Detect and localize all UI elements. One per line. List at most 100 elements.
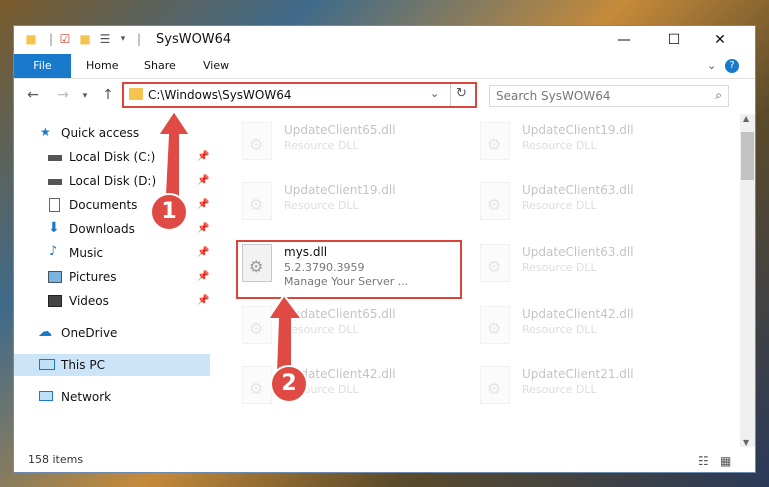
file-name: UpdateClient19.dll [522,123,634,137]
file-name: UpdateClient21.dll [522,367,634,381]
maximize-button[interactable]: ☐ [651,26,697,54]
nav-label: Music [69,246,104,260]
pin-icon[interactable]: 📌 [197,266,209,288]
title-bar: ■ | ☑ ■ ☰ ▾ | SysWOW64 — ☐ ✕ [14,26,755,54]
nav-label: Videos [69,294,109,308]
address-row: ← → ▾ ↑ C:\Windows\SysWOW64 ⌄ ↻ Search S… [14,79,755,113]
dll-file-icon [480,366,510,404]
nav-label: Local Disk (D:) [69,174,157,188]
new-folder-icon[interactable]: ■ [78,32,92,46]
tab-home[interactable]: Home [86,54,118,78]
recent-locations-icon[interactable]: ▾ [76,91,94,101]
file-highlight-box [236,240,462,299]
window-title: SysWOW64 [156,32,232,47]
item-count: 158 items [28,453,84,466]
tab-view[interactable]: View [203,54,229,78]
drive-icon [48,155,62,161]
nav-label: Network [61,390,112,404]
dll-file-icon [242,122,272,160]
scrollbar-thumb[interactable] [741,132,754,180]
file-description: Resource DLL [522,323,597,336]
separator: | [48,32,54,46]
properties-icon[interactable]: ☑ [58,32,72,46]
nav-item-this-pc[interactable]: This PC [14,354,210,376]
search-input[interactable]: Search SysWOW64 [496,89,610,103]
chevron-down-icon[interactable]: ⌄ [430,87,439,100]
file-name: UpdateClient19.dll [284,183,396,197]
nav-label: Documents [69,198,138,212]
vertical-scrollbar[interactable]: ▲ ▼ [740,114,755,447]
pin-icon[interactable]: 📌 [197,290,209,312]
up-icon[interactable]: ↑ [99,87,117,103]
chevron-down-icon[interactable]: ▾ [116,32,130,46]
file-description: Resource DLL [522,199,597,212]
file-description: Resource DLL [522,383,597,396]
file-item[interactable]: UpdateClient19.dll Resource DLL [236,179,446,229]
nav-item-music[interactable]: ♪ Music 📌 [14,242,210,264]
cloud-icon: ☁ [38,324,52,340]
details-view-icon[interactable]: ☷ [698,449,709,472]
file-name: UpdateClient63.dll [522,245,634,259]
nav-label: OneDrive [61,326,118,340]
tiles-view-icon[interactable]: ▦ [720,449,731,472]
nav-item-pictures[interactable]: Pictures 📌 [14,266,210,288]
nav-item-videos[interactable]: Videos 📌 [14,290,210,312]
nav-label: Quick access [61,126,140,140]
file-description: Resource DLL [284,199,359,212]
status-bar: 158 items ☷ ▦ [14,448,755,472]
file-name: UpdateClient42.dll [522,307,634,321]
refresh-icon[interactable]: ↻ [456,86,467,101]
address-path[interactable]: C:\Windows\SysWOW64 [148,88,292,102]
scroll-down-icon[interactable]: ▼ [743,438,749,447]
tab-file[interactable]: File [14,54,71,78]
ribbon-collapse-icon[interactable]: ⌄ [707,54,716,78]
file-description: Resource DLL [522,261,597,274]
drive-icon [48,179,62,185]
nav-label: Local Disk (C:) [69,150,156,164]
pin-icon[interactable]: 📌 [197,242,209,264]
file-item[interactable]: UpdateClient19.dll Resource DLL [474,119,684,169]
file-description: Resource DLL [522,139,597,152]
file-item[interactable]: UpdateClient65.dll Resource DLL [236,119,446,169]
ribbon: File Home Share View ⌄ ? [14,54,755,79]
file-item[interactable]: UpdateClient63.dll Resource DLL [474,241,684,291]
step-badge-2: 2 [270,365,308,403]
document-icon [49,198,60,212]
tab-share[interactable]: Share [144,54,176,78]
customize-icon[interactable]: ☰ [98,32,112,46]
nav-item-network[interactable]: Network [14,386,210,408]
folder-icon: ■ [25,32,37,46]
forward-icon[interactable]: → [54,87,72,103]
minimize-button[interactable]: — [601,26,647,54]
dll-file-icon [480,306,510,344]
dll-file-icon [480,244,510,282]
file-item[interactable]: UpdateClient42.dll Resource DLL [474,303,684,353]
nav-label: This PC [61,358,105,372]
download-icon: ⬇ [48,220,60,236]
step-badge-1: 1 [150,193,188,231]
search-icon[interactable]: ⌕ [715,88,722,103]
nav-label: Downloads [69,222,135,236]
dll-file-icon [480,122,510,160]
music-icon: ♪ [49,244,58,259]
file-item[interactable]: UpdateClient21.dll Resource DLL [474,363,684,413]
dll-file-icon [242,182,272,220]
file-name: UpdateClient63.dll [522,183,634,197]
explorer-window: ■ | ☑ ■ ☰ ▾ | SysWOW64 — ☐ ✕ File Home S… [14,26,755,472]
back-icon[interactable]: ← [24,87,42,103]
file-name: UpdateClient65.dll [284,123,396,137]
pictures-icon [48,271,62,283]
network-icon [39,391,53,401]
close-button[interactable]: ✕ [697,26,743,54]
star-icon: ★ [40,125,51,139]
nav-label: Pictures [69,270,117,284]
nav-item-onedrive[interactable]: ☁ OneDrive [14,322,210,344]
scroll-up-icon[interactable]: ▲ [743,114,749,123]
divider [450,84,451,106]
video-icon [48,295,62,307]
computer-icon [39,359,55,370]
file-item[interactable]: UpdateClient63.dll Resource DLL [474,179,684,229]
folder-icon [129,88,143,100]
search-box[interactable]: Search SysWOW64 ⌕ [489,85,729,107]
help-icon[interactable]: ? [725,59,739,73]
